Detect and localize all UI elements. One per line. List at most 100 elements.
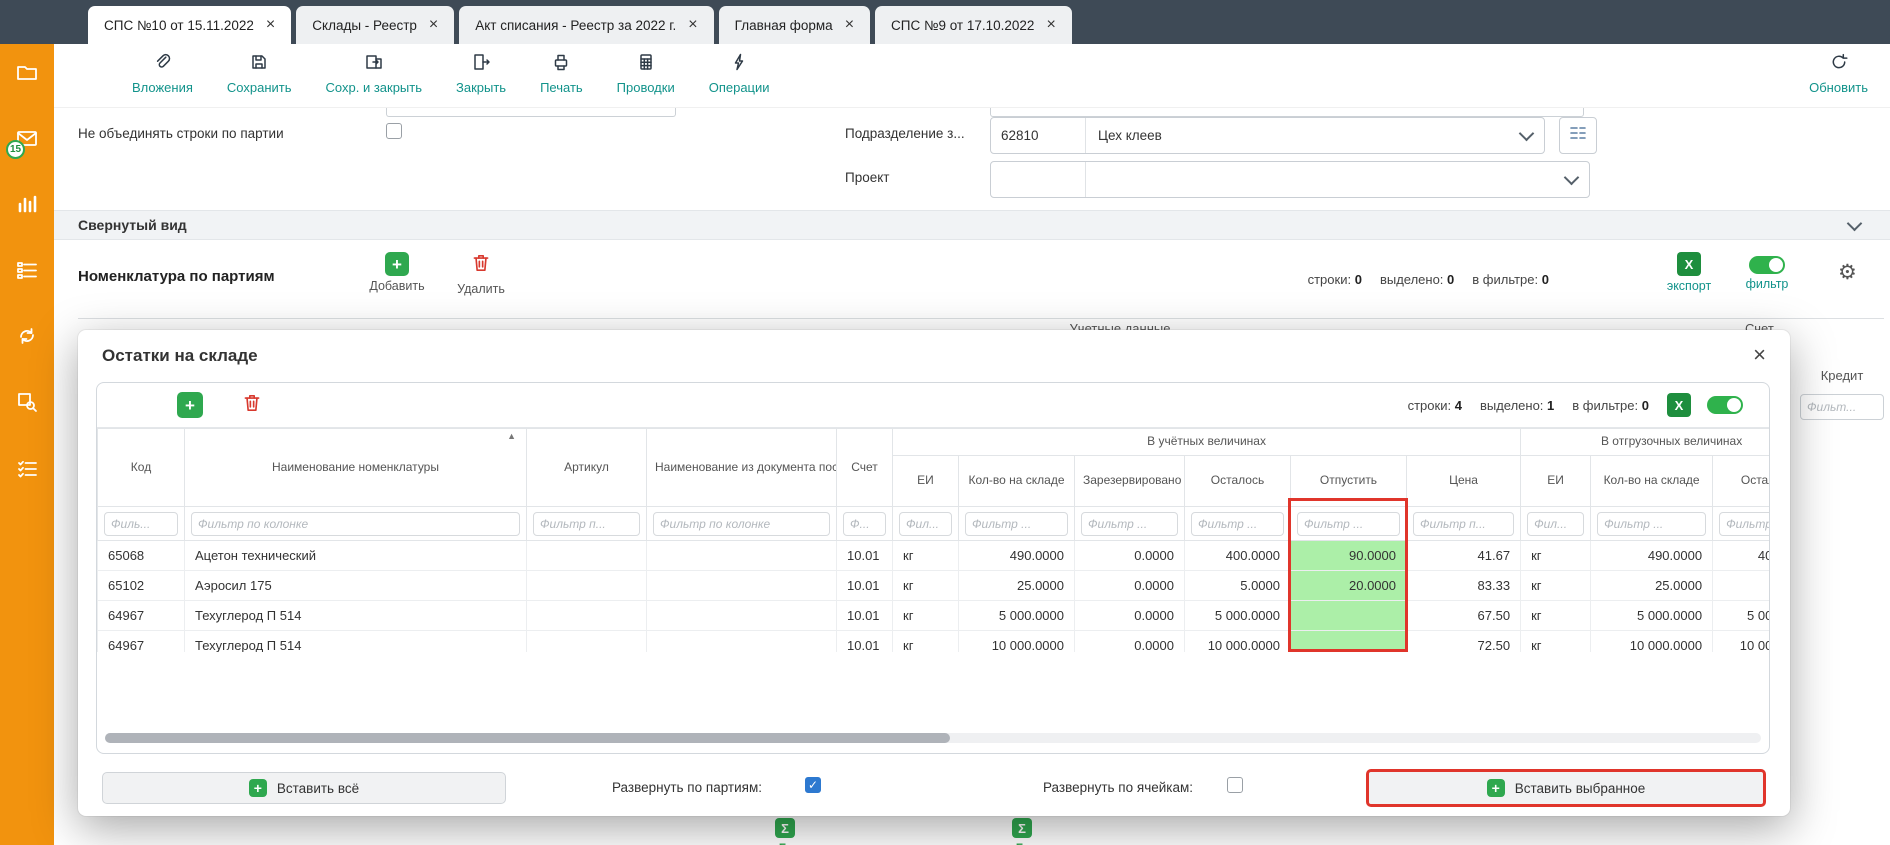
collapsed-view-bar[interactable]: Свернутый вид xyxy=(54,210,1890,240)
column-header[interactable]: Осталось xyxy=(1713,456,1769,507)
cell[interactable]: 65102 xyxy=(98,571,185,601)
tab-sps-9[interactable]: СПС №9 от 17.10.2022 × xyxy=(875,6,1072,44)
postings-button[interactable]: Проводки xyxy=(617,52,675,95)
column-header[interactable]: Наименование из документа поставщика xyxy=(647,429,837,507)
table-row[interactable]: 64967Техуглерод П 51410.01кг5 000.00000.… xyxy=(98,601,1770,631)
attachments-button[interactable]: Вложения xyxy=(132,52,193,95)
cell[interactable]: 400.0000 xyxy=(1185,541,1291,571)
cell[interactable]: 490.0000 xyxy=(959,541,1075,571)
checklist-icon[interactable] xyxy=(15,456,39,480)
cell[interactable] xyxy=(527,631,647,653)
column-header[interactable]: Счет xyxy=(837,429,893,507)
tab-close-icon[interactable]: × xyxy=(429,17,438,33)
cell[interactable]: 64967 xyxy=(98,601,185,631)
cell[interactable]: 10 000.0000 xyxy=(1591,631,1713,653)
cell[interactable] xyxy=(1291,601,1407,631)
cell[interactable]: 25.0000 xyxy=(1591,571,1713,601)
table-row[interactable]: 65068Ацетон технический10.01кг490.00000.… xyxy=(98,541,1770,571)
cell[interactable]: 0.0000 xyxy=(1075,571,1185,601)
cell[interactable]: Аэросил 175 xyxy=(185,571,527,601)
add-row-button[interactable]: + xyxy=(177,392,203,418)
tab-close-icon[interactable]: × xyxy=(845,17,854,33)
trash-icon[interactable] xyxy=(241,392,263,419)
cell[interactable] xyxy=(527,541,647,571)
cell[interactable]: кг xyxy=(893,601,959,631)
save-and-close-button[interactable]: Сохр. и закрыть xyxy=(326,52,422,95)
cell[interactable] xyxy=(647,571,837,601)
cell[interactable]: 5.0000 xyxy=(1185,571,1291,601)
cell[interactable]: 10.01 xyxy=(837,601,893,631)
column-header[interactable]: Код xyxy=(98,429,185,507)
filter-input[interactable] xyxy=(1719,512,1769,536)
excel-export-icon[interactable]: X xyxy=(1677,252,1701,276)
insert-all-button[interactable]: + Вставить всё xyxy=(102,772,506,804)
dialog-close-icon[interactable]: × xyxy=(1753,342,1766,368)
cell[interactable] xyxy=(527,601,647,631)
cell[interactable]: 0.0000 xyxy=(1075,601,1185,631)
division-combobox[interactable]: 62810 Цех клеев xyxy=(990,117,1545,154)
gear-icon[interactable]: ⚙ xyxy=(1838,260,1857,285)
column-header[interactable]: Кол-во на складе xyxy=(1591,456,1713,507)
division-tree-button[interactable] xyxy=(1559,117,1597,154)
cell[interactable]: 10 000.0000 xyxy=(1713,631,1769,653)
cell[interactable]: 90.0000 xyxy=(1291,541,1407,571)
refresh-button[interactable]: Обновить xyxy=(1809,52,1868,95)
filter-input[interactable] xyxy=(1597,512,1706,536)
cell[interactable]: 20.0000 xyxy=(1291,571,1407,601)
filter-input[interactable] xyxy=(1191,512,1284,536)
mail-icon[interactable]: 15 xyxy=(15,126,39,150)
filter-input[interactable] xyxy=(1081,512,1178,536)
cell[interactable]: 0.0000 xyxy=(1075,631,1185,653)
scrollbar-thumb[interactable] xyxy=(105,733,950,743)
register-list-icon[interactable] xyxy=(15,258,39,282)
cell[interactable]: 10.01 xyxy=(837,571,893,601)
column-header[interactable]: Зарезервировано xyxy=(1075,456,1185,507)
cell[interactable]: кг xyxy=(1521,601,1591,631)
chevron-down-icon[interactable] xyxy=(1564,169,1580,185)
filter-toggle[interactable] xyxy=(1707,396,1743,414)
cell[interactable]: 5 000.0000 xyxy=(959,601,1075,631)
filter-input[interactable] xyxy=(191,512,520,536)
cell[interactable] xyxy=(647,541,837,571)
cell[interactable] xyxy=(1291,631,1407,653)
folder-icon[interactable] xyxy=(15,60,39,84)
delete-row-button[interactable]: Удалить xyxy=(444,252,518,296)
column-header[interactable]: Артикул xyxy=(527,429,647,507)
insert-selected-button[interactable]: + Вставить выбранное xyxy=(1366,769,1766,807)
filter-input[interactable] xyxy=(899,512,952,536)
credit-filter-input[interactable] xyxy=(1800,394,1884,420)
cell[interactable]: кг xyxy=(1521,541,1591,571)
horizontal-scrollbar[interactable] xyxy=(105,733,1761,743)
cell[interactable]: 10 000.0000 xyxy=(959,631,1075,653)
division-code-field[interactable]: 62810 xyxy=(991,118,1086,153)
cell[interactable]: кг xyxy=(893,541,959,571)
cell[interactable]: 10 000.0000 xyxy=(1185,631,1291,653)
column-header[interactable]: Осталось xyxy=(1185,456,1291,507)
cell[interactable]: кг xyxy=(893,571,959,601)
add-row-button[interactable]: + Добавить xyxy=(360,252,434,293)
tab-akt-spisaniya[interactable]: Акт списания - Реестр за 2022 г. × xyxy=(459,6,713,44)
filter-input[interactable] xyxy=(1297,512,1400,536)
cell[interactable]: 490.0000 xyxy=(1591,541,1713,571)
cell[interactable]: 83.33 xyxy=(1407,571,1521,601)
division-name-field[interactable]: Цех клеев xyxy=(1086,128,1521,143)
cell[interactable]: Ацетон технический xyxy=(185,541,527,571)
filter-input[interactable] xyxy=(965,512,1068,536)
plus-icon[interactable]: + xyxy=(385,252,409,276)
cell[interactable]: 41.67 xyxy=(1407,541,1521,571)
cell[interactable]: Техуглерод П 514 xyxy=(185,601,527,631)
no-merge-checkbox[interactable] xyxy=(386,123,402,139)
cell[interactable]: кг xyxy=(893,631,959,653)
cell[interactable] xyxy=(647,601,837,631)
trash-icon[interactable] xyxy=(470,252,492,279)
print-button[interactable]: Печать xyxy=(540,52,583,95)
stock-search-icon[interactable] xyxy=(15,390,39,414)
cell[interactable]: 10.01 xyxy=(837,631,893,653)
column-header[interactable]: Цена xyxy=(1407,456,1521,507)
filter-input[interactable] xyxy=(104,512,178,536)
chevron-down-icon[interactable] xyxy=(1847,216,1863,232)
cell[interactable] xyxy=(647,631,837,653)
expand-batches-checkbox[interactable]: ✓ xyxy=(805,777,821,793)
cell[interactable]: кг xyxy=(1521,631,1591,653)
chevron-down-icon[interactable] xyxy=(1519,125,1535,141)
